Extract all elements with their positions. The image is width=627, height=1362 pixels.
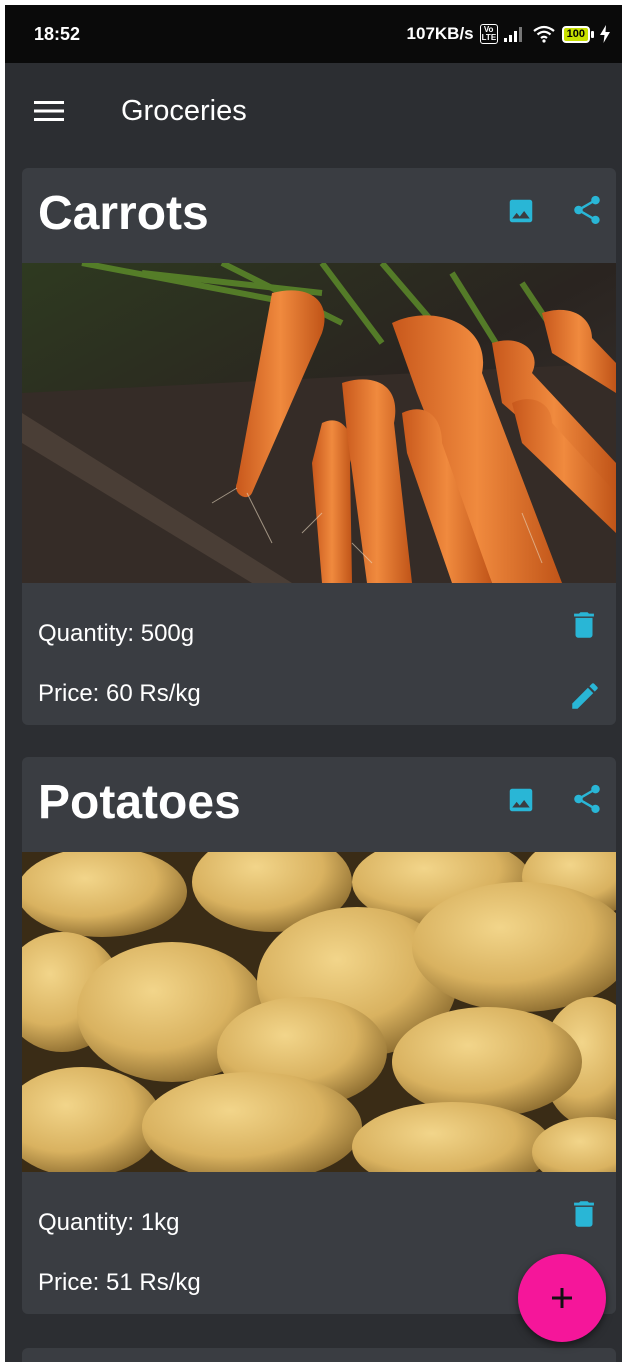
add-icon bbox=[552, 1288, 572, 1308]
delete-icon bbox=[574, 1201, 594, 1227]
grocery-card: Carrots Quantity: 500g Price: 60 Rs/kg bbox=[22, 168, 616, 725]
item-name: Carrots bbox=[38, 187, 209, 240]
delete-icon bbox=[574, 612, 594, 638]
share-button[interactable] bbox=[567, 190, 607, 230]
share-icon bbox=[574, 195, 600, 225]
app-bar: Groceries bbox=[5, 63, 622, 155]
edit-button[interactable] bbox=[565, 676, 605, 716]
item-image bbox=[22, 263, 616, 583]
battery-level: 100 bbox=[561, 25, 590, 43]
share-button[interactable] bbox=[567, 779, 607, 819]
grocery-card: Potatoes Quantity: 1kg Price: 51 Rs/kg bbox=[22, 757, 616, 1314]
status-icons: 107KB/s Vo LTE 100 bbox=[407, 23, 610, 45]
signal-icon bbox=[503, 27, 522, 42]
charging-icon bbox=[600, 25, 610, 43]
phone-screen: 18:52 107KB/s Vo LTE 100 Groceries Carro… bbox=[5, 5, 622, 1362]
menu-icon[interactable] bbox=[32, 99, 66, 123]
app-title: Groceries bbox=[121, 95, 247, 127]
item-price: Price: 51 Rs/kg bbox=[38, 1269, 201, 1296]
delete-button[interactable] bbox=[564, 605, 604, 645]
item-name: Potatoes bbox=[38, 776, 241, 829]
status-bar: 18:52 107KB/s Vo LTE 100 bbox=[5, 5, 622, 63]
edit-icon bbox=[572, 683, 598, 709]
add-item-button[interactable] bbox=[518, 1254, 606, 1342]
volte-icon: Vo LTE bbox=[479, 24, 498, 44]
network-speed: 107KB/s bbox=[406, 24, 474, 43]
delete-button[interactable] bbox=[564, 1194, 604, 1234]
share-icon bbox=[574, 784, 600, 814]
status-time: 18:52 bbox=[34, 24, 81, 44]
image-button[interactable] bbox=[501, 191, 541, 231]
item-image bbox=[22, 852, 616, 1172]
wifi-icon bbox=[532, 25, 555, 43]
grocery-card-partial bbox=[22, 1348, 616, 1362]
item-price: Price: 60 Rs/kg bbox=[38, 680, 201, 707]
image-icon bbox=[509, 788, 533, 812]
image-button[interactable] bbox=[501, 780, 541, 820]
image-icon bbox=[509, 199, 533, 223]
item-quantity: Quantity: 500g bbox=[38, 620, 195, 647]
battery-icon: 100 bbox=[561, 25, 594, 43]
item-quantity: Quantity: 1kg bbox=[38, 1209, 180, 1236]
